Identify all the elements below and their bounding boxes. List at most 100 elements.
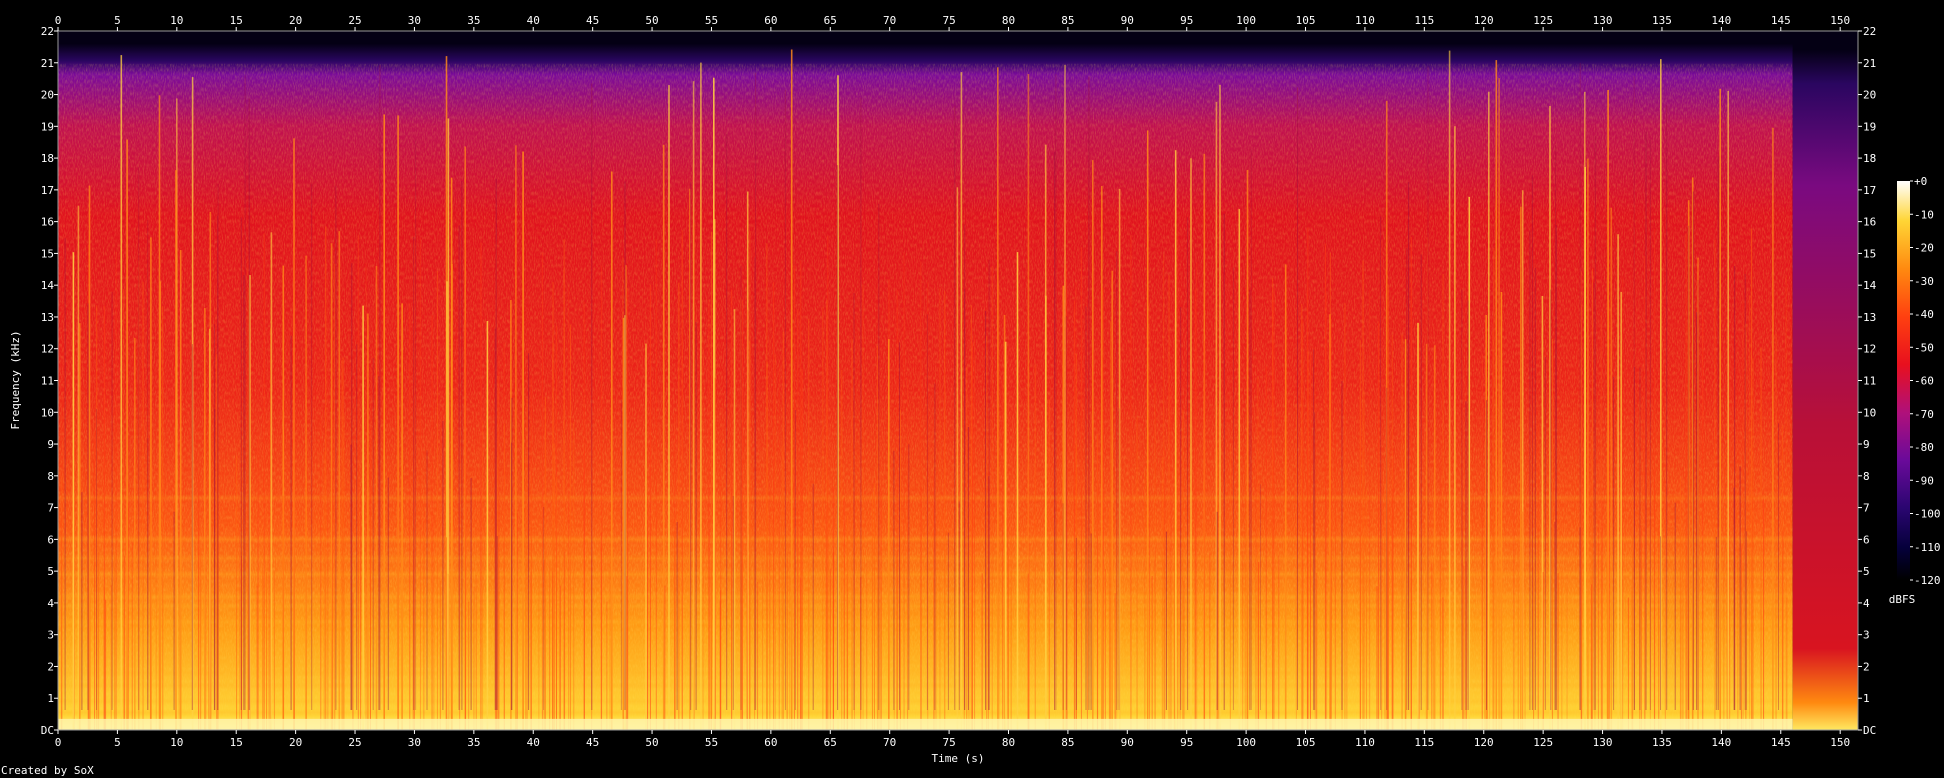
x-tick-label-bottom: 60 — [764, 736, 777, 749]
quiet-streak — [690, 182, 692, 711]
spectrogram-chart: 0055101015152020252530303535404045455050… — [9, 14, 1941, 765]
colorbar-tick-label: -90 — [1914, 474, 1934, 487]
transient-streak — [558, 534, 560, 730]
colorbar-gradient — [1897, 181, 1910, 580]
transient-streak — [1442, 597, 1444, 730]
transient-streak — [1170, 386, 1172, 730]
transient-streak — [1316, 572, 1318, 730]
transient-streak — [826, 300, 828, 730]
quiet-streak — [784, 90, 786, 711]
y-tick-label-right: 12 — [1863, 343, 1876, 356]
y-tick-label-right: 17 — [1863, 184, 1876, 197]
transient-streak — [757, 582, 759, 730]
transient-streak — [1401, 334, 1403, 730]
quiet-streak — [1054, 152, 1056, 710]
transient-streak — [436, 270, 438, 730]
transient-streak — [1495, 60, 1498, 730]
quiet-streak — [1223, 213, 1225, 710]
transient-streak — [342, 357, 344, 730]
quiet-streak — [1314, 412, 1316, 710]
transient-streak — [700, 62, 702, 730]
transient-streak — [971, 342, 973, 730]
transient-streak — [1183, 580, 1185, 730]
quiet-streak — [1486, 400, 1487, 710]
transient-streak — [239, 522, 241, 730]
transient-streak — [162, 306, 164, 730]
x-tick-label-bottom: 45 — [586, 736, 599, 749]
transient-streak — [419, 238, 421, 730]
y-tick-label-left: 13 — [41, 311, 54, 324]
y-tick-label-right: 10 — [1863, 406, 1876, 419]
transient-streak — [1257, 377, 1259, 730]
transient-streak — [1551, 338, 1553, 730]
transient-streak — [1080, 247, 1082, 730]
quiet-streak — [1666, 105, 1668, 710]
quiet-streak — [1645, 131, 1647, 711]
transient-streak — [1622, 277, 1624, 730]
transient-streak — [553, 443, 555, 730]
transient-streak — [1685, 233, 1687, 730]
quiet-streak — [1544, 357, 1546, 710]
quiet-streak — [372, 358, 374, 710]
transient-streak — [1016, 252, 1019, 730]
x-tick-label-top: 130 — [1593, 14, 1613, 27]
transient-streak — [920, 486, 922, 730]
quiet-streak — [860, 97, 862, 710]
quiet-streak — [1180, 307, 1182, 710]
transient-streak — [1682, 479, 1684, 730]
transient-streak — [822, 307, 824, 730]
x-tick-label-top: 110 — [1355, 14, 1375, 27]
x-tick-label-bottom: 5 — [114, 736, 121, 749]
transient-streak — [88, 185, 91, 730]
transient-streak — [1752, 357, 1754, 730]
transient-streak — [1581, 445, 1583, 730]
transient-streak — [1631, 586, 1633, 730]
x-tick-label-top: 35 — [467, 14, 480, 27]
transient-streak — [1284, 264, 1287, 730]
transient-streak — [1760, 347, 1762, 730]
transient-streak — [1749, 295, 1751, 730]
quiet-streak — [1613, 376, 1615, 710]
transient-streak — [210, 426, 212, 730]
transient-streak — [409, 303, 411, 730]
transient-streak — [1632, 500, 1634, 730]
quiet-streak — [926, 314, 928, 710]
transient-streak — [766, 243, 768, 730]
transient-streak — [1484, 516, 1486, 730]
transient-streak — [1522, 511, 1524, 730]
transient-streak — [126, 139, 128, 730]
x-tick-label-bottom: 130 — [1593, 736, 1613, 749]
transient-streak — [710, 561, 712, 730]
transient-streak — [1190, 158, 1192, 730]
y-tick-label-right: 6 — [1863, 533, 1870, 546]
transient-streak — [1590, 432, 1592, 730]
quiet-streak — [147, 438, 149, 710]
transient-streak — [873, 483, 875, 730]
transient-streak — [1194, 289, 1196, 730]
transient-streak — [352, 592, 354, 730]
transient-streak — [1557, 573, 1559, 730]
transient-streak — [1309, 353, 1311, 730]
transient-streak — [1542, 572, 1544, 730]
transient-streak — [433, 514, 435, 730]
transient-streak — [626, 576, 628, 730]
quiet-streak — [191, 344, 193, 710]
transient-streak — [808, 318, 810, 730]
quiet-streak — [893, 451, 895, 710]
x-tick-label-bottom: 55 — [705, 736, 718, 749]
transient-streak — [268, 420, 270, 730]
transient-streak — [1786, 597, 1788, 730]
transient-streak — [786, 533, 788, 730]
transient-streak — [789, 493, 791, 730]
quiet-streak — [96, 408, 97, 710]
x-tick-label-bottom: 15 — [230, 736, 243, 749]
transient-streak — [1363, 391, 1365, 730]
transient-streak — [123, 289, 125, 730]
transient-streak — [1439, 382, 1441, 730]
quiet-streak — [1529, 230, 1531, 711]
transient-streak — [1387, 300, 1389, 730]
transient-streak — [556, 477, 558, 730]
quiet-streak — [755, 72, 757, 710]
quiet-streak — [1341, 381, 1343, 710]
transient-streak — [1454, 126, 1456, 730]
